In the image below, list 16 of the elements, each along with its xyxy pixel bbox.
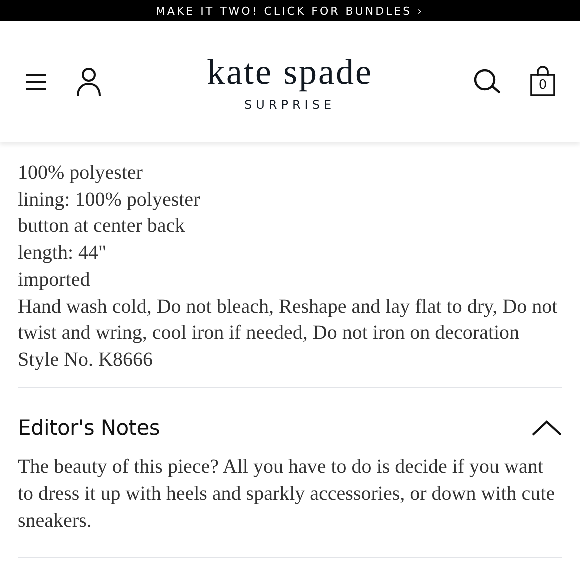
product-detail-text: lining: 100% polyester: [18, 188, 202, 213]
product-detail-text: button at center back: [18, 214, 186, 240]
menu-icon[interactable]: [24, 72, 48, 92]
product-detail-text: Style No. K8666: [18, 348, 154, 373]
logo-subtitle: SURPRISE: [244, 98, 336, 112]
bag-count: 0: [538, 78, 548, 93]
brand-logo[interactable]: kate spade: [207, 52, 373, 92]
product-detail-text: Hand wash cold, Do not bleach, Reshape and lay flat to dry, Do not twist and wring, cool iron if needed, Do not iron on decoration: [18, 294, 559, 346]
editors-notes-toggle[interactable]: Editor's Notes: [18, 416, 562, 440]
product-detail-text: length: 44": [18, 241, 108, 266]
editors-notes-text: The beauty of this piece? All you have to do is decide if you want to dress it up with heels and sparkly accessories, or down with cute sneakers.: [18, 454, 556, 534]
product-detail-text: imported: [18, 268, 92, 293]
promo-banner[interactable]: MAKE IT TWO! CLICK FOR BUNDLES ›: [0, 0, 580, 21]
person-icon[interactable]: [76, 66, 102, 96]
product-detail-text: 100% polyester: [18, 161, 144, 186]
search-icon[interactable]: [474, 68, 502, 94]
